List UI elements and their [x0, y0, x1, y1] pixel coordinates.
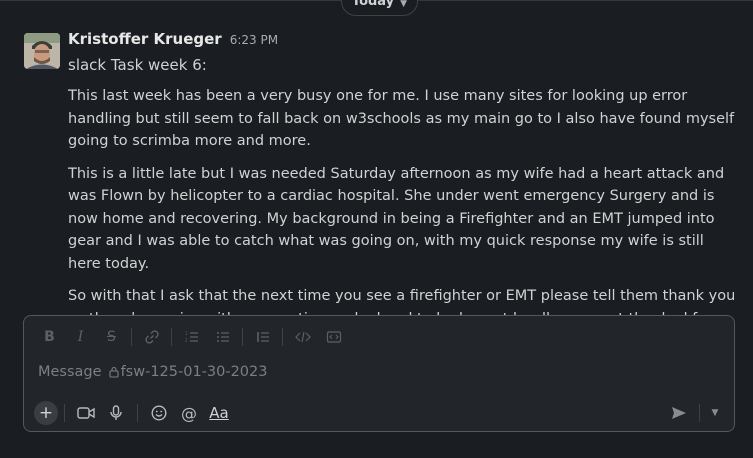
day-divider-button[interactable]: Today ▼: [341, 0, 418, 16]
bulleted-list-icon[interactable]: [207, 326, 238, 348]
code-icon[interactable]: [287, 326, 318, 348]
schedule-send-button[interactable]: ▼: [706, 408, 724, 418]
avatar-photo-icon: [24, 33, 60, 69]
microphone-icon: [110, 405, 122, 420]
video-camera-icon: [77, 407, 95, 419]
channel-name: fsw-125-01-30-2023: [120, 364, 268, 380]
message-paragraph: This is a little late but I was needed S…: [68, 165, 725, 272]
plus-icon: +: [38, 403, 54, 423]
audio-clip-button[interactable]: [101, 400, 131, 426]
video-clip-button[interactable]: [71, 400, 101, 426]
send-button[interactable]: [665, 401, 693, 425]
add-attachment-button[interactable]: +: [34, 401, 58, 425]
message-composer[interactable]: B I S 12 Message fsw-125-01-30-2023 + @ …: [23, 315, 735, 432]
svg-text:2: 2: [185, 338, 188, 343]
formatting-toggle-label: Aa: [209, 404, 229, 422]
chevron-down-icon: ▼: [400, 0, 408, 9]
toolbar-divider: [64, 404, 65, 422]
toolbar-divider: [242, 328, 243, 346]
day-divider-label: Today: [351, 0, 395, 9]
code-block-icon[interactable]: [318, 326, 349, 348]
emoji-icon: [151, 405, 167, 421]
link-icon[interactable]: [136, 326, 167, 348]
emoji-button[interactable]: [144, 400, 174, 426]
message-author[interactable]: Kristoffer Krueger: [68, 30, 222, 48]
bold-icon[interactable]: B: [34, 326, 65, 348]
at-sign-icon: @: [181, 403, 197, 423]
formatting-toggle-button[interactable]: Aa: [204, 400, 234, 426]
composer-bottom-toolbar: + @ Aa ▼: [34, 400, 724, 426]
toolbar-divider: [171, 328, 172, 346]
chevron-down-icon: ▼: [711, 408, 719, 418]
message-title-line: slack Task week 6:: [68, 56, 207, 74]
ordered-list-icon[interactable]: 12: [176, 326, 207, 348]
italic-icon[interactable]: I: [65, 326, 96, 348]
lock-icon: [109, 366, 119, 378]
blockquote-icon[interactable]: [247, 326, 278, 348]
toolbar-divider: [699, 404, 700, 422]
message-timestamp[interactable]: 6:23 PM: [230, 33, 278, 47]
message-input[interactable]: Message fsw-125-01-30-2023: [38, 364, 268, 380]
svg-text:1: 1: [185, 331, 188, 336]
toolbar-divider: [282, 328, 283, 346]
mention-button[interactable]: @: [174, 400, 204, 426]
send-icon: [672, 407, 686, 419]
toolbar-divider: [137, 404, 138, 422]
formatting-toolbar: B I S 12: [34, 326, 349, 348]
strikethrough-icon[interactable]: S: [96, 326, 127, 348]
message-placeholder: Message: [38, 364, 102, 380]
message-paragraph: This last week has been a very busy one …: [68, 88, 735, 149]
message: Kristoffer Krueger 6:23 PM slack Task we…: [68, 30, 738, 353]
avatar[interactable]: [24, 33, 60, 69]
toolbar-divider: [131, 328, 132, 346]
